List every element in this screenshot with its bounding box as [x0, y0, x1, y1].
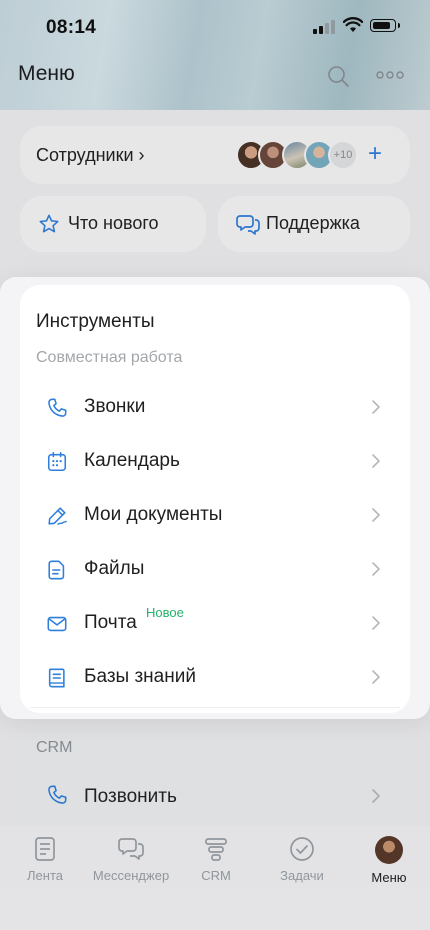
tools-title: Инструменты [36, 311, 155, 332]
calendar-icon [47, 452, 67, 472]
tools-card: Инструменты Совместная работа Звонки Кал… [20, 285, 410, 713]
phone-icon [48, 398, 67, 417]
tool-item-label: Файлы [84, 558, 145, 579]
file-icon [48, 560, 65, 580]
chevron-right-icon [372, 562, 380, 576]
tool-item-label: Звонки [84, 396, 146, 417]
mail-icon [47, 616, 67, 632]
chevron-right-icon [372, 454, 380, 468]
chevron-right-icon [372, 670, 380, 684]
tool-item-mail[interactable]: Почта Новое [20, 596, 410, 650]
tool-item-knowledge-bases[interactable]: Базы знаний [20, 650, 410, 704]
tool-item-my-documents[interactable]: Мои документы [20, 488, 410, 542]
tools-sheet: Инструменты Совместная работа Звонки Кал… [0, 277, 430, 719]
tool-item-label: Базы знаний [84, 666, 196, 687]
tool-item-label: Почта [84, 612, 137, 633]
tool-item-calendar[interactable]: Календарь [20, 434, 410, 488]
screen: 08:14 Меню Сотрудники › +10 + Что нового… [0, 0, 430, 930]
pen-icon [48, 507, 67, 525]
tool-item-calls[interactable]: Звонки [20, 380, 410, 434]
tool-item-files[interactable]: Файлы [20, 542, 410, 596]
tool-item-label: Календарь [84, 450, 180, 471]
chevron-right-icon [372, 616, 380, 630]
divider [30, 707, 400, 708]
collaboration-section-label: Совместная работа [36, 349, 183, 366]
new-badge: Новое [146, 605, 184, 620]
chevron-right-icon [372, 400, 380, 414]
book-icon [48, 668, 65, 688]
chevron-right-icon [372, 508, 380, 522]
tool-item-label: Мои документы [84, 504, 223, 525]
